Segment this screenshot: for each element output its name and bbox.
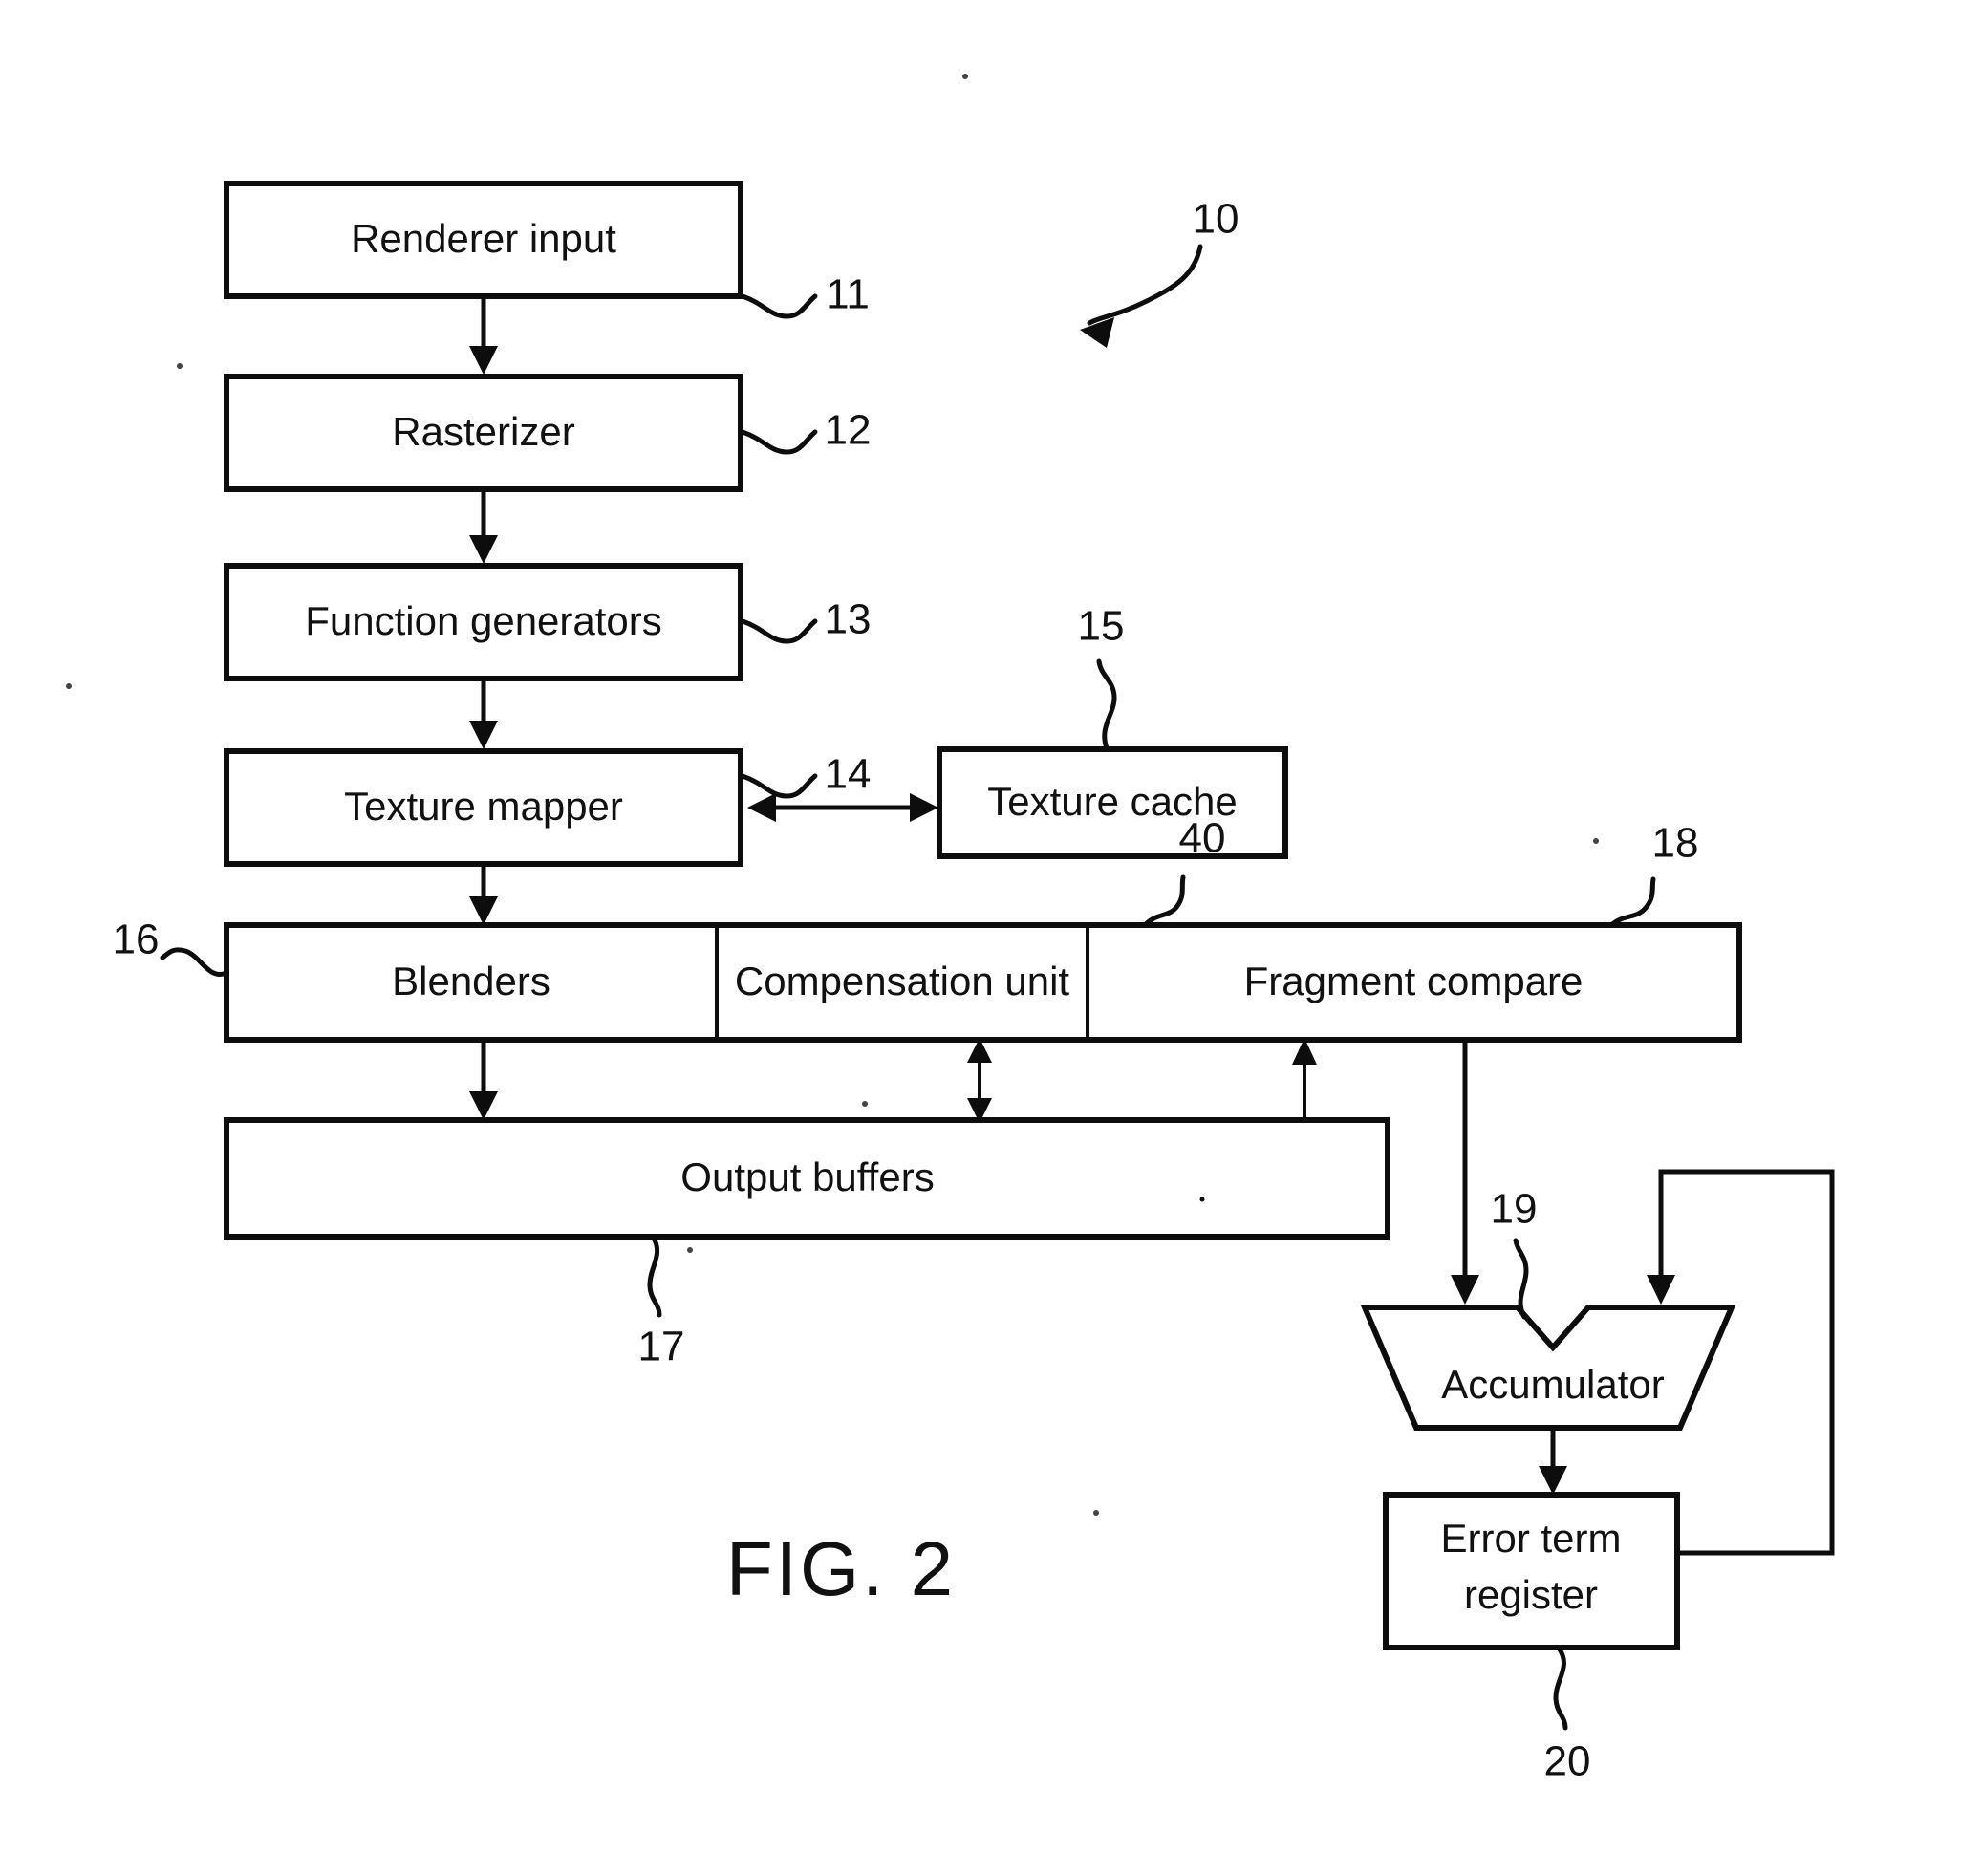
leader-20: 20 bbox=[1544, 1647, 1591, 1785]
ref-number-13: 13 bbox=[825, 596, 872, 643]
block-label-fragment-compare: Fragment compare bbox=[1244, 959, 1584, 1003]
leader-17: 17 bbox=[638, 1234, 685, 1370]
figure-caption: FIG. 2 bbox=[726, 1526, 956, 1611]
block-compensation-unit[interactable]: Compensation unit bbox=[735, 959, 1070, 1003]
ref-number-20: 20 bbox=[1544, 1738, 1591, 1785]
ref-number-40: 40 bbox=[1179, 815, 1226, 862]
block-label-error-term-line2: register bbox=[1464, 1572, 1598, 1617]
system-pointer-10: 10 bbox=[1080, 196, 1239, 1202]
block-fragment-compare[interactable]: Fragment compare bbox=[1244, 959, 1584, 1003]
block-renderer-input[interactable]: Renderer input bbox=[224, 181, 743, 299]
block-label-texture-mapper: Texture mapper bbox=[344, 784, 623, 829]
block-label-blenders: Blenders bbox=[392, 959, 550, 1003]
block-error-term-register[interactable]: Error term register bbox=[1383, 1492, 1680, 1650]
ref-number-19: 19 bbox=[1491, 1186, 1538, 1233]
arrow-fragment-compare-to-accumulator bbox=[1451, 1042, 1479, 1305]
block-label-renderer-input: Renderer input bbox=[351, 216, 616, 261]
block-label-error-term-line1: Error term bbox=[1441, 1516, 1622, 1561]
ref-number-15: 15 bbox=[1078, 603, 1125, 650]
arrow-texture-mapper-to-blenders bbox=[469, 866, 498, 925]
block-label-output-buffers: Output buffers bbox=[680, 1154, 934, 1199]
leader-13: 13 bbox=[740, 596, 872, 644]
block-function-generators[interactable]: Function generators bbox=[224, 563, 743, 681]
leader-15: 15 bbox=[1078, 603, 1125, 751]
block-texture-cache[interactable]: Texture cache bbox=[937, 746, 1288, 859]
arrow-rasterizer-to-function-generators bbox=[469, 491, 498, 564]
leader-12: 12 bbox=[740, 407, 872, 455]
arrow-compensation-unit-to-output-buffers bbox=[967, 1038, 992, 1123]
block-accumulator[interactable]: Accumulator bbox=[1360, 1305, 1736, 1431]
figure-canvas: Renderer input 11 Rasterizer 12 Function… bbox=[66, 74, 1835, 1785]
arrow-output-buffers-to-fragment-compare bbox=[1292, 1038, 1317, 1122]
arrow-blenders-to-output-buffers bbox=[469, 1042, 498, 1120]
block-label-function-generators: Function generators bbox=[305, 598, 662, 643]
ref-number-18: 18 bbox=[1652, 820, 1699, 867]
block-texture-mapper[interactable]: Texture mapper bbox=[224, 748, 743, 867]
ref-number-12: 12 bbox=[825, 407, 872, 454]
patent-figure: Renderer input 11 Rasterizer 12 Function… bbox=[0, 0, 1961, 1876]
arrow-accumulator-to-error-term-register bbox=[1539, 1430, 1567, 1495]
block-label-rasterizer: Rasterizer bbox=[392, 409, 574, 454]
ref-number-11: 11 bbox=[826, 271, 870, 318]
leader-14: 14 bbox=[740, 751, 872, 799]
leader-11: 11 bbox=[740, 271, 870, 319]
ref-number-17: 17 bbox=[638, 1324, 685, 1370]
arrow-function-generators-to-texture-mapper bbox=[469, 680, 498, 749]
block-rasterizer[interactable]: Rasterizer bbox=[224, 374, 743, 492]
block-output-buffers[interactable]: Output buffers bbox=[224, 1117, 1390, 1240]
block-label-accumulator: Accumulator bbox=[1441, 1362, 1664, 1407]
leader-16: 16 bbox=[113, 916, 229, 977]
ref-number-14: 14 bbox=[825, 751, 872, 798]
arrow-renderer-input-to-rasterizer bbox=[469, 298, 498, 375]
block-label-compensation-unit: Compensation unit bbox=[735, 959, 1070, 1003]
ref-number-10: 10 bbox=[1193, 196, 1239, 243]
ref-number-16: 16 bbox=[113, 916, 160, 963]
leader-18: 18 bbox=[1608, 820, 1699, 928]
leader-19: 19 bbox=[1491, 1186, 1538, 1320]
block-blenders[interactable]: Blenders bbox=[392, 959, 550, 1003]
